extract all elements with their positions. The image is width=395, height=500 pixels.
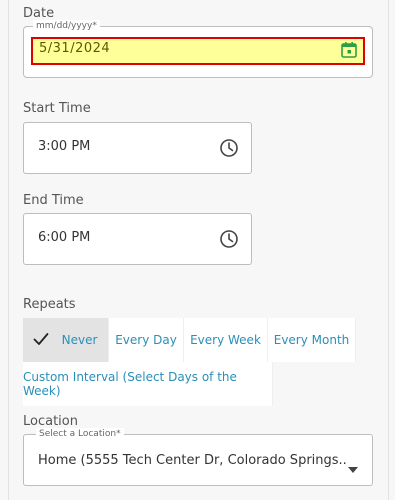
- location-value: Home (5555 Tech Center Dr, Colorado Spri…: [38, 453, 346, 468]
- caret-down-icon: [348, 458, 358, 477]
- repeat-option-label: Every Month: [273, 333, 350, 347]
- repeat-option-every-day[interactable]: Every Day: [109, 318, 184, 362]
- start-time-value: 3:00 PM: [38, 139, 91, 154]
- clock-icon[interactable]: [219, 229, 239, 253]
- repeat-option-custom-interval[interactable]: Custom Interval (Select Days of the Week…: [23, 362, 273, 406]
- repeats-label: Repeats: [23, 297, 76, 312]
- repeat-option-never[interactable]: Never: [23, 318, 109, 362]
- end-time-field[interactable]: 6:00 PM: [23, 213, 252, 265]
- date-label: Date: [23, 6, 55, 21]
- repeat-option-label: Never: [61, 333, 98, 347]
- start-time-label: Start Time: [23, 101, 91, 116]
- location-label: Location: [23, 414, 78, 429]
- end-time-value: 6:00 PM: [38, 230, 91, 245]
- end-time-label: End Time: [23, 193, 84, 208]
- date-input[interactable]: 5/31/2024: [31, 37, 365, 65]
- date-value: 5/31/2024: [39, 41, 111, 56]
- date-field: mm/dd/yyyy* 5/31/2024: [23, 20, 373, 78]
- date-legend: mm/dd/yyyy*: [33, 20, 100, 32]
- check-icon: [33, 332, 49, 349]
- repeat-option-every-week[interactable]: Every Week: [184, 318, 268, 362]
- repeat-option-every-month[interactable]: Every Month: [268, 318, 356, 362]
- start-time-field[interactable]: 3:00 PM: [23, 122, 252, 174]
- repeat-option-label: Every Week: [190, 333, 261, 347]
- repeat-option-label: Custom Interval (Select Days of the Week…: [23, 370, 237, 398]
- location-select[interactable]: Select a Location* Home (5555 Tech Cente…: [23, 428, 373, 486]
- location-legend: Select a Location*: [36, 428, 124, 440]
- calendar-icon[interactable]: [340, 41, 358, 63]
- repeat-option-label: Every Day: [115, 333, 177, 347]
- clock-icon[interactable]: [219, 138, 239, 162]
